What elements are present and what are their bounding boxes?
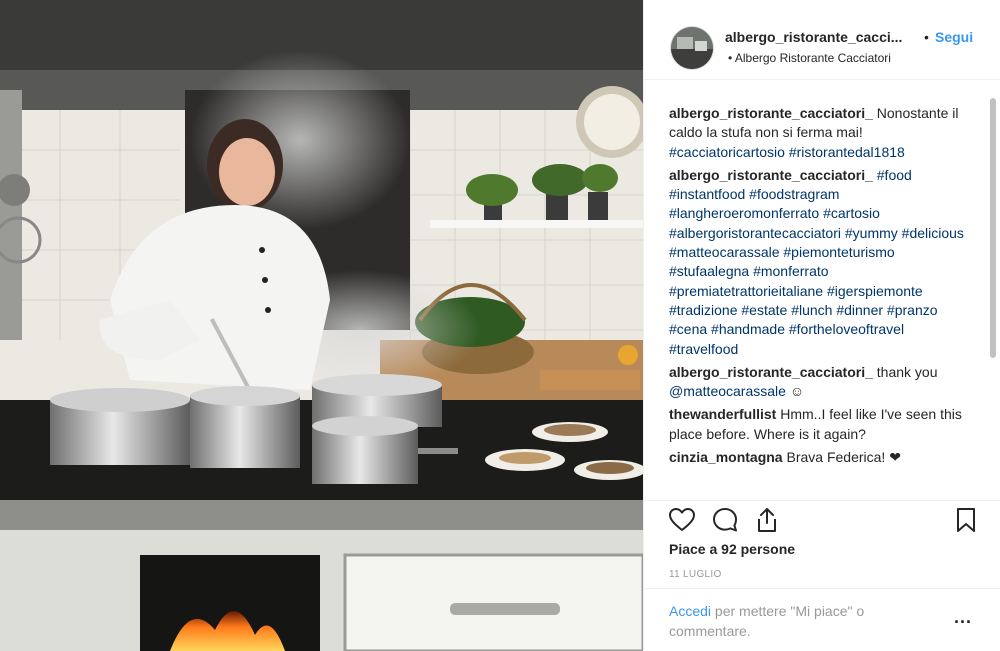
heart-icon: [669, 508, 695, 531]
comment-hashtags[interactable]: #cacciatoricartosio #ristorantedal1818: [669, 144, 905, 160]
save-button[interactable]: [952, 506, 980, 534]
post-photo-illustration: [0, 0, 643, 651]
avatar[interactable]: [670, 26, 714, 70]
comments-list[interactable]: albergo_ristorante_cacciatori_ Nonostant…: [669, 104, 969, 496]
comment-icon: [713, 508, 737, 532]
post-sidebar: albergo_ristorante_cacci... • Segui • Al…: [643, 0, 1000, 651]
comment-item: albergo_ristorante_cacciatori_ Nonostant…: [669, 104, 969, 162]
bookmark-icon: [957, 508, 975, 532]
comment-item: albergo_ristorante_cacciatori_ #food #in…: [669, 166, 969, 359]
comment-button[interactable]: [711, 506, 739, 534]
post-photo[interactable]: [0, 0, 643, 651]
like-button[interactable]: [668, 506, 696, 534]
comment-text: thank you: [876, 363, 938, 380]
comment-item: cinzia_montagna Brava Federica! ❤: [669, 448, 969, 467]
follow-button[interactable]: Segui: [935, 29, 973, 45]
comment-username[interactable]: thewanderfullist: [669, 406, 776, 422]
post-date: 11 LUGLIO: [669, 569, 722, 580]
comment-username[interactable]: albergo_ristorante_cacciatori_: [669, 105, 873, 121]
share-button[interactable]: [753, 506, 781, 534]
add-comment-section: Accedi per mettere "Mi piace" o commenta…: [644, 588, 1000, 651]
comment-username[interactable]: albergo_ristorante_cacciatori_: [669, 364, 873, 380]
comment-hashtags[interactable]: #food #instantfood #foodstragram #langhe…: [669, 167, 964, 357]
login-link[interactable]: Accedi: [669, 603, 711, 619]
comment-username[interactable]: cinzia_montagna: [669, 449, 783, 465]
comment-username[interactable]: albergo_ristorante_cacciatori_: [669, 167, 873, 183]
comment-mention[interactable]: @matteocarassale: [669, 383, 786, 399]
login-prompt: Accedi per mettere "Mi piace" o commenta…: [669, 601, 909, 641]
likes-count[interactable]: Piace a 92 persone: [669, 541, 795, 557]
comment-item: thewanderfullist Hmm..I feel like I've s…: [669, 405, 969, 444]
post-header: albergo_ristorante_cacci... • Segui • Al…: [644, 0, 1000, 80]
comment-text: Brava Federica! ❤: [786, 449, 901, 466]
smiley-emoji: ☺: [789, 383, 805, 400]
comments-scrollbar[interactable]: [988, 90, 998, 500]
more-options-button[interactable]: ...: [954, 607, 972, 628]
location-link[interactable]: • Albergo Ristorante Cacciatori: [728, 51, 891, 65]
share-icon: [758, 508, 776, 532]
username-link[interactable]: albergo_ristorante_cacci...: [725, 29, 902, 45]
avatar-image: [671, 27, 713, 69]
separator-dot: •: [924, 29, 929, 45]
action-bar: [644, 500, 1000, 536]
scrollbar-thumb[interactable]: [990, 98, 996, 358]
comment-item: albergo_ristorante_cacciatori_ thank you…: [669, 363, 969, 402]
